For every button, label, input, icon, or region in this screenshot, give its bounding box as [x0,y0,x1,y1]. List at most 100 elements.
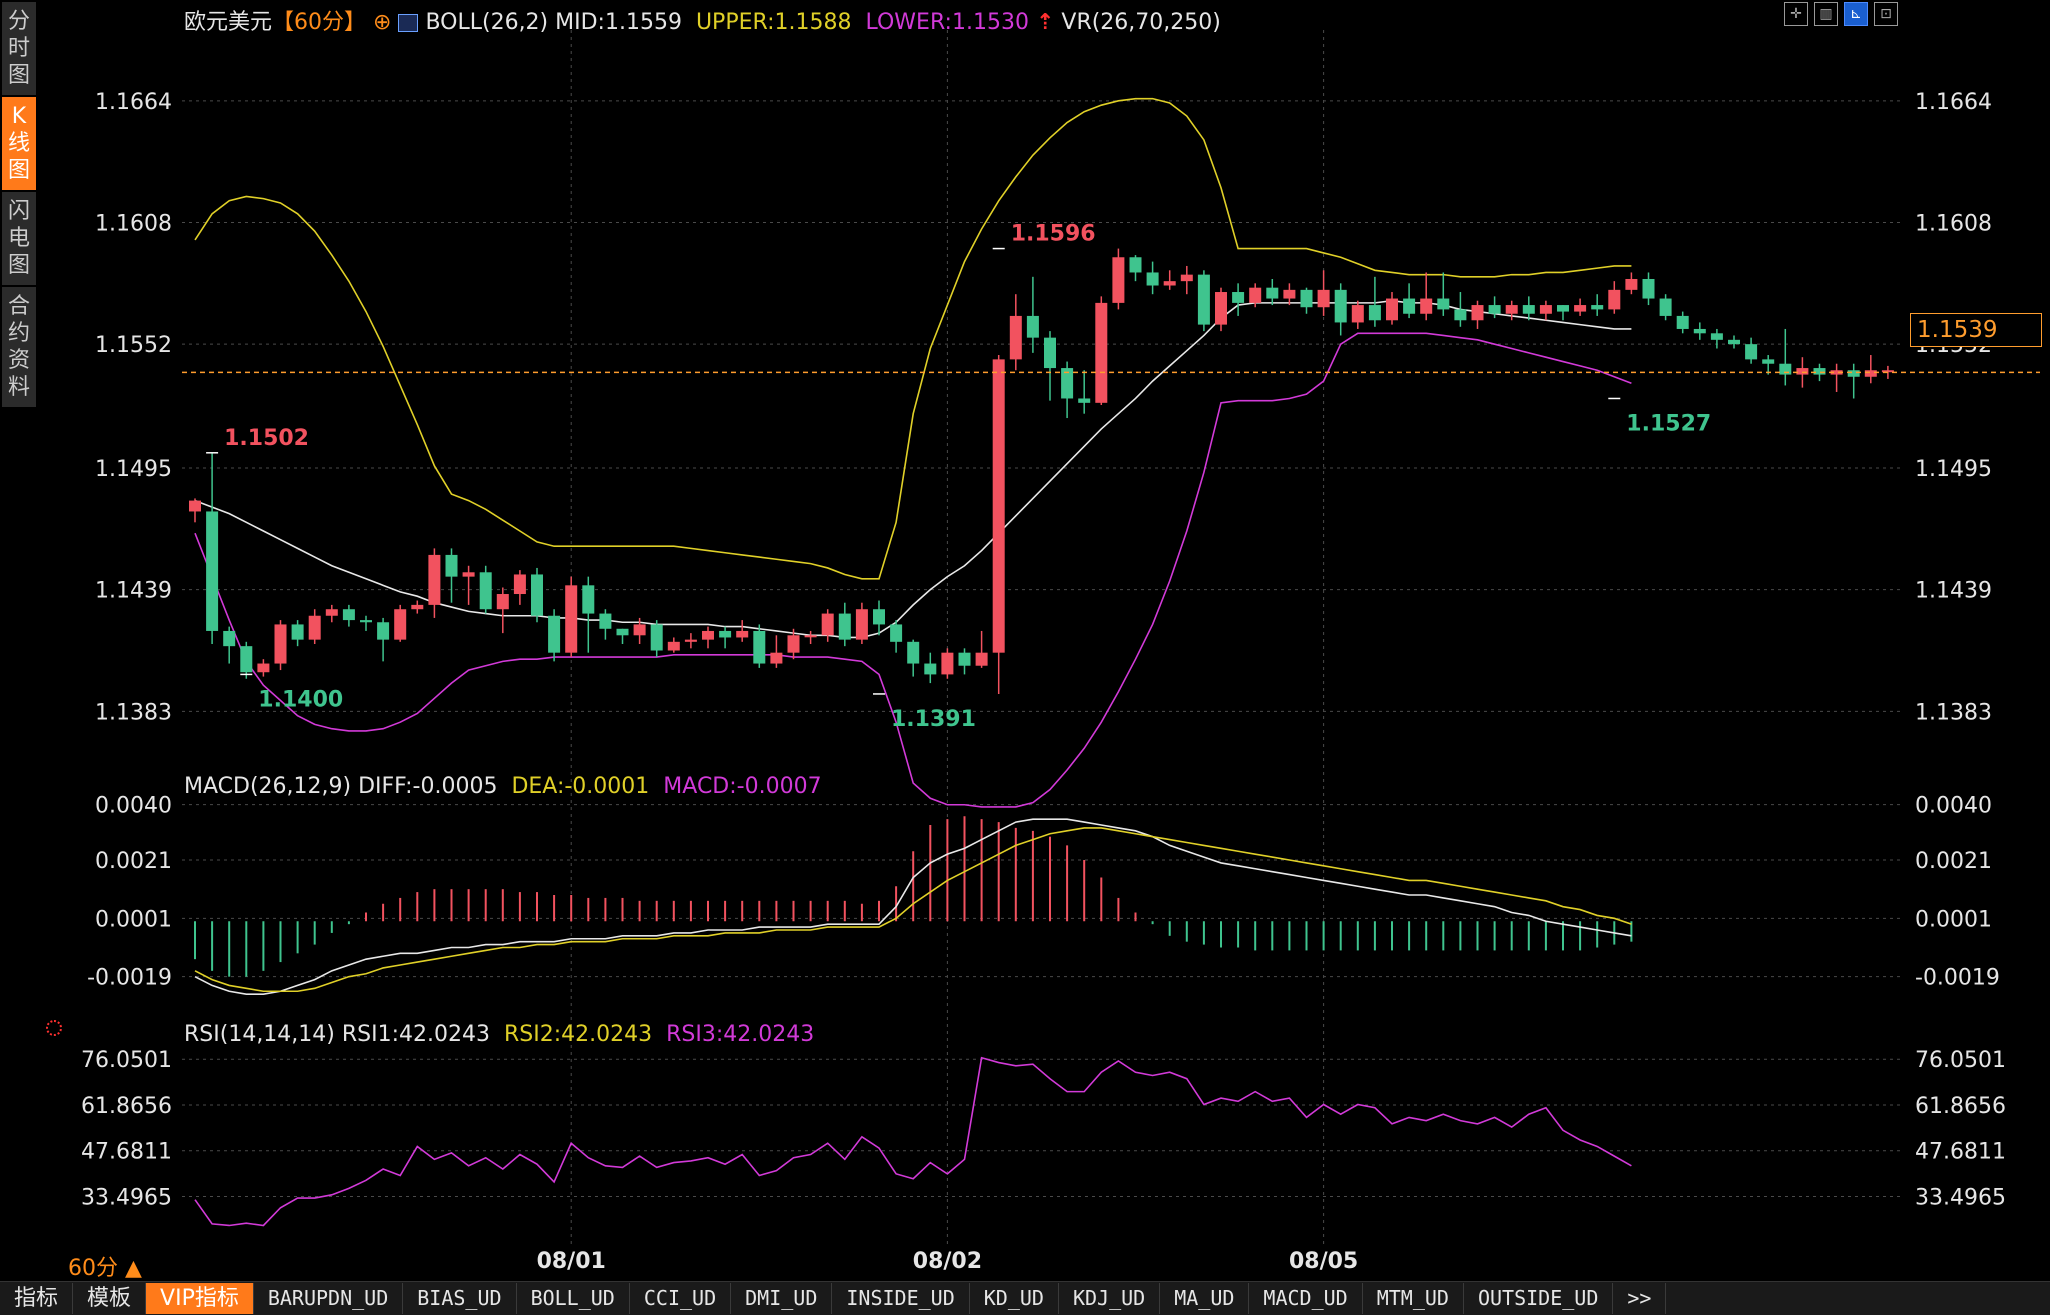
candle-body [633,624,646,636]
candle-body [1745,344,1758,360]
expand-icon[interactable]: ⊡ [1874,2,1898,26]
rsi-tick-left: 47.6811 [81,1140,172,1165]
candle-body [462,572,475,577]
candle-body [445,554,458,577]
current-price-label: 1.1539 [1910,313,2042,347]
candle-body [565,585,578,653]
rsi-line [194,1056,1632,1227]
candle-body [924,663,937,675]
indicator-tab[interactable]: 模板 [73,1283,147,1314]
macd-diff: DIFF:-0.0005 [358,774,498,799]
indicator-tab[interactable]: DMI_UD [731,1283,833,1314]
candle-body [1659,298,1672,316]
candle-body [1437,298,1450,310]
rsi1-value: RSI1:42.0243 [341,1022,490,1047]
candle-body [1471,305,1484,321]
boll-lower-line [194,332,1632,808]
indicator-tab[interactable]: BOLL_UD [517,1283,630,1314]
candle-body [941,652,954,675]
price-tick-right: 1.1608 [1915,212,1992,237]
indicator-tab[interactable]: 指标 [0,1283,74,1314]
date-tick-label: 08/05 [1289,1249,1358,1274]
candle-body [1454,309,1467,321]
macd-tick-right: 0.0021 [1915,849,1992,874]
candle-body [1386,298,1398,321]
candle-body [411,604,424,610]
candle-body [1403,298,1416,314]
tab-contract-info[interactable]: 合约资料 [2,287,36,407]
candle-body [1266,287,1279,299]
macd-header: MACD(26,12,9) DIFF:-0.0005 DEA:-0.0001 M… [184,774,822,799]
date-tick-label: 08/01 [537,1249,606,1274]
candle-body [1693,328,1706,334]
period-tag[interactable]: 【60分】 [272,10,366,35]
candle-body [1625,278,1638,290]
indicator-tab-bar: 指标 模板 VIP指标 BARUPDN_UD BIAS_UD BOLL_UD CCI_UD D… [0,1281,2050,1315]
candle-body [1300,289,1313,308]
candle-body [1488,305,1501,314]
candle-body [1026,315,1039,338]
candle-body [1044,337,1056,369]
boll-mid-line [194,299,1632,639]
candle-body [787,635,800,653]
indicator-tab[interactable]: VIP指标 [146,1283,254,1314]
tab-time-sharing[interactable]: 分时图 [2,2,36,95]
symbol-name: 欧元美元 [184,10,273,35]
indicator-tab[interactable]: BARUPDN_UD [254,1283,404,1314]
grid-lines [182,30,1900,1245]
indicator-tab[interactable]: >> [1613,1283,1667,1314]
candle-body [1232,292,1245,303]
indicator-tab[interactable]: MACD_UD [1249,1283,1363,1314]
rsi-chart[interactable] [194,1056,1632,1227]
price-tick-left: 1.1552 [95,333,172,358]
candle-body [291,624,304,640]
candle-body [428,554,441,605]
candle-body [1505,305,1518,314]
candle-body [855,609,868,640]
indicator-tab[interactable]: KDJ_UD [1059,1283,1161,1314]
bar-chart-icon[interactable]: ▥ [1814,2,1838,26]
indicator-tab[interactable]: BIAS_UD [403,1283,517,1314]
candle-body [873,609,885,625]
settings-icon[interactable]: ⊕ [373,10,391,35]
period-selector[interactable]: 60分 ▲ [68,1250,142,1282]
line-chart-icon[interactable]: ⊾ [1844,2,1868,26]
candle-body [684,639,697,642]
indicator-tab[interactable]: KD_UD [970,1283,1059,1314]
chart-canvas: 1.15021.14001.13911.15961.1527 1.1664 1.1… [81,30,2040,1274]
indicator-icon[interactable] [398,14,419,32]
candle-body [582,585,595,614]
rsi-label: RSI(14,14,14) [184,1022,335,1047]
price-tick-left: 1.1439 [95,579,172,604]
indicator-tab[interactable]: MA_UD [1160,1283,1250,1314]
indicator-tab[interactable]: OUTSIDE_UD [1464,1283,1614,1314]
macd-label: MACD(26,12,9) [184,774,352,799]
candle-body [907,641,920,664]
price-annotation: 1.1527 [1626,411,1711,436]
rsi-tick-right: 47.6811 [1915,1140,2006,1165]
candle-body [1591,305,1604,310]
indicator-tab[interactable]: CCI_UD [630,1283,732,1314]
price-chart[interactable]: 1.1502 1.1400 1.1391 1.1596 1.1527 [182,97,2040,808]
candle-body [1557,305,1569,312]
candle-body [377,622,390,640]
macd-tick-left: 0.0040 [95,794,172,819]
record-icon[interactable] [46,1020,62,1036]
macd-tick-left: -0.0019 [87,966,172,991]
candle-body [736,630,749,638]
indicator-tab[interactable]: MTM_UD [1363,1283,1464,1314]
boll-lower: LOWER:1.1530 [865,10,1029,35]
macd-chart[interactable] [194,816,1633,995]
tab-flash-chart[interactable]: 闪电图 [2,192,36,285]
candle-body [958,652,971,666]
crosshair-icon[interactable]: ✛ [1784,2,1808,26]
candle-body [667,641,680,651]
candle-body [1522,305,1535,314]
candle-body [206,511,219,631]
arrow-up-icon[interactable]: ⇡ [1036,10,1054,35]
tab-k-line[interactable]: K线图 [2,97,36,190]
candle-body [1112,257,1125,303]
candle-body [496,594,509,610]
price-tick-right: 1.1664 [1915,90,1992,115]
indicator-tab[interactable]: INSIDE_UD [832,1283,970,1314]
